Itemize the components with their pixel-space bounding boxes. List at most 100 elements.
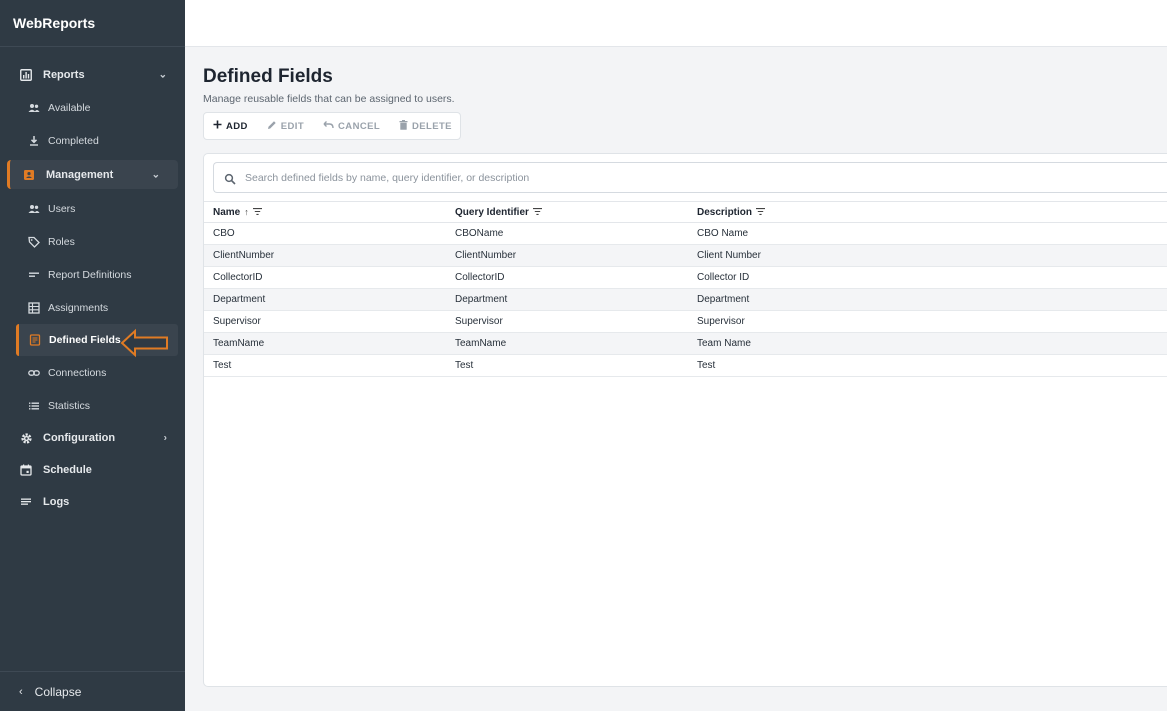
people-icon [28,203,40,215]
sidebar-item-users[interactable]: Users [0,192,185,225]
sidebar-item-management[interactable]: Management ⌄ [7,160,178,189]
filter-icon[interactable] [532,207,542,217]
sidebar-item-configuration[interactable]: Configuration › [0,422,185,454]
sidebar-item-assignments[interactable]: Assignments [0,291,185,324]
table-row[interactable]: Department Department Department [204,289,1167,311]
table-row[interactable]: CBO CBOName CBO Name [204,223,1167,245]
page-subtitle: Manage reusable fields that can be assig… [203,93,455,105]
cell-query-identifier: Department [455,294,508,305]
pencil-icon [267,120,277,133]
sidebar-item-logs[interactable]: Logs [0,486,185,518]
cell-description: Team Name [697,338,751,349]
column-header-name[interactable]: Name ↑ [204,207,446,218]
sidebar-item-statistics[interactable]: Statistics [0,389,185,422]
calendar-icon [19,463,33,477]
sidebar-item-label: Schedule [43,464,92,476]
sidebar-item-reports[interactable]: Reports ⌄ [0,59,185,91]
delete-button[interactable]: DELETE [399,119,452,133]
sidebar-item-label: Statistics [48,399,91,412]
trash-icon [399,119,408,133]
list-lines-icon [28,269,40,281]
search-icon [224,172,236,185]
fields-icon [29,334,41,346]
bar-chart-icon [19,68,33,82]
sidebar-item-report-definitions[interactable]: Report Definitions [0,258,185,291]
sidebar-item-label: Roles [48,235,75,248]
plus-icon [213,120,222,132]
search-box [213,162,1167,193]
defined-fields-table: Name ↑ Query Identifier Description CBO … [204,201,1167,377]
column-label: Name [213,206,241,218]
column-header-description[interactable]: Description [688,207,1167,218]
download-icon [28,135,40,147]
sidebar-item-label: Reports [43,69,85,81]
table-header: Name ↑ Query Identifier Description [204,201,1167,223]
filter-icon[interactable] [252,207,262,217]
table-row[interactable]: CollectorID CollectorID Collector ID [204,267,1167,289]
sidebar-item-label: Defined Fields [49,334,121,346]
column-label: Description [697,206,753,218]
sidebar-item-label: Available [48,101,91,114]
arrow-annotation-icon [120,328,168,358]
sidebar: WebReports Reports ⌄ Available Completed [0,0,185,711]
cell-description: CBO Name [697,228,749,239]
toolbar: ADD EDIT CANCEL DELETE [203,112,461,140]
cell-description: Client Number [697,250,761,261]
cell-name: ClientNumber [213,250,275,261]
badge-icon [22,168,36,182]
top-bar [185,0,1167,47]
sidebar-item-available[interactable]: Available [0,91,185,124]
sidebar-item-label: Configuration [43,432,116,444]
sidebar-item-label: Report Definitions [48,268,132,281]
app-title: WebReports [0,0,185,47]
sidebar-item-label: Connections [48,366,107,379]
cell-query-identifier: CBOName [455,228,504,239]
undo-icon [323,120,334,132]
chevron-down-icon: ⌄ [151,169,160,180]
gear-icon [19,431,33,445]
sidebar-item-schedule[interactable]: Schedule [0,454,185,486]
cell-query-identifier: Supervisor [455,316,503,327]
sidebar-item-roles[interactable]: Roles [0,225,185,258]
sidebar-item-label: Assignments [48,301,109,314]
chevron-down-icon: ⌄ [158,69,167,81]
sidebar-item-completed[interactable]: Completed [0,124,185,157]
cell-description: Collector ID [697,272,750,283]
edit-label: EDIT [280,120,305,132]
delete-label: DELETE [412,120,452,132]
table-row[interactable]: Test Test Test [204,355,1167,377]
cancel-button[interactable]: CANCEL [323,120,380,132]
cell-description: Supervisor [697,316,745,327]
cell-name: TeamName [213,338,265,349]
page-title: Defined Fields [203,66,333,87]
chevron-right-icon: › [163,432,167,444]
grid-icon [28,301,40,314]
sidebar-item-label: Completed [48,134,99,147]
table-row[interactable]: Supervisor Supervisor Supervisor [204,311,1167,333]
cell-query-identifier: CollectorID [455,272,505,283]
search-input[interactable] [245,171,945,184]
sidebar-item-label: Logs [43,496,70,508]
collapse-button[interactable]: ‹ Collapse [0,671,185,711]
cell-query-identifier: TeamName [455,338,507,349]
defined-fields-card: Name ↑ Query Identifier Description [203,153,1167,687]
table-row[interactable]: TeamName TeamName Team Name [204,333,1167,355]
column-header-query-identifier[interactable]: Query Identifier [446,207,688,218]
cell-name: Department [213,294,266,305]
add-button[interactable]: ADD [213,120,248,132]
sort-ascending-icon[interactable]: ↑ [244,207,249,217]
chevron-left-icon: ‹ [19,685,23,698]
edit-button[interactable]: EDIT [267,120,304,133]
link-icon [28,367,40,379]
add-label: ADD [226,120,248,132]
column-label: Query Identifier [455,206,529,218]
main-content: Defined Fields Manage reusable fields th… [203,47,1167,711]
filter-icon[interactable] [756,207,766,217]
table-row[interactable]: ClientNumber ClientNumber Client Number [204,245,1167,267]
cancel-label: CANCEL [338,120,381,132]
sidebar-nav: Reports ⌄ Available Completed Management… [0,47,185,518]
cell-name: Test [213,360,232,371]
tag-icon [28,236,40,248]
sidebar-item-connections[interactable]: Connections [0,356,185,389]
cell-name: CollectorID [213,272,263,283]
